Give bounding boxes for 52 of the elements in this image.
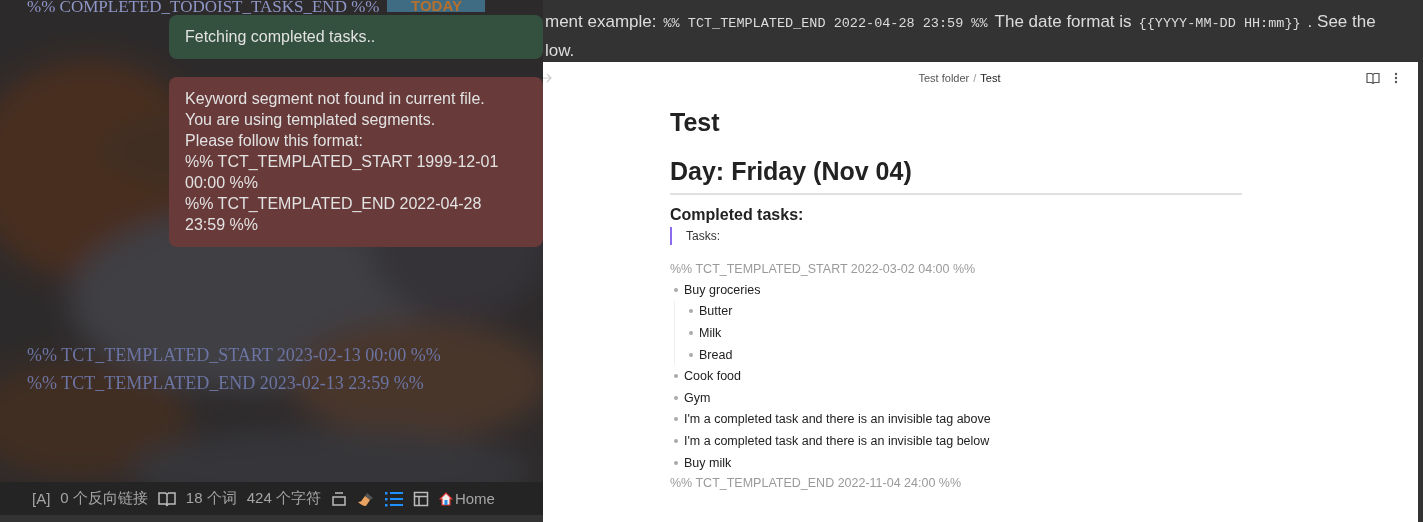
brush-icon[interactable]	[356, 490, 375, 507]
house-icon[interactable]	[438, 491, 453, 506]
inline-code: %% TCT_TEMPLATED_END 2022-04-28 23:59 %%	[663, 15, 988, 33]
paragraph-text: low.	[545, 40, 575, 62]
bullet-icon	[674, 374, 678, 379]
blockquote: Tasks:	[670, 227, 1242, 245]
list-item: Cook food	[684, 369, 741, 384]
paragraph-text: . See the	[1307, 11, 1376, 33]
paragraph-text: The date format is	[994, 11, 1132, 33]
backlinks-count[interactable]: 0 个反向链接	[60, 489, 148, 508]
home-link[interactable]: Home	[438, 490, 495, 507]
list-item: Buy milk	[684, 455, 732, 470]
notice-message: Keyword segment not found in current file. You are using templated segments. Please follow this format: %% TCT_TEMPLATED_START 1999-12-01 00:00 %% %% TCT_TEMPLATED_END 2022-04-28 23:59 %%	[169, 77, 543, 247]
code-line: %% COMPLETED_TODOIST_TASKS_END %%	[27, 0, 380, 14]
layers-icon[interactable]	[330, 490, 347, 507]
list-item: I'm a completed task and there is an invisible tag above	[684, 412, 991, 427]
bullet-icon	[674, 417, 678, 422]
list-icon[interactable]	[384, 490, 403, 507]
comment-line: %% TCT_TEMPLATED_START 2022-03-02 04:00 %%	[670, 261, 977, 278]
bullet-icon	[674, 438, 678, 443]
book-icon[interactable]	[1366, 72, 1380, 84]
paragraph-text: ment example:	[545, 11, 657, 33]
bullet-icon	[674, 395, 678, 400]
book-icon[interactable]	[157, 490, 176, 507]
character-count: 424 个字符	[246, 489, 321, 508]
list-item: I'm a completed task and there is an invisible tag below	[684, 433, 990, 448]
breadcrumb-separator: /	[973, 72, 977, 84]
inline-code: {{YYYY-MM-DD HH:mm}}	[1138, 15, 1301, 33]
bullet-icon	[674, 460, 678, 465]
bullet-icon	[674, 287, 678, 292]
code-line: %% TCT_TEMPLATED_START 2023-02-13 00:00 %%	[27, 344, 442, 367]
list-item: Milk	[699, 326, 722, 340]
heading: Day: Friday (Nov 04)	[670, 155, 1242, 195]
note-title: Test	[670, 107, 721, 138]
breadcrumb-item[interactable]: Test	[980, 72, 1001, 84]
code-line: %% TCT_TEMPLATED_END 2023-02-13 23:59 %%	[27, 372, 425, 395]
notice-message: Fetching completed tasks..	[169, 15, 543, 59]
layout-icon[interactable]	[412, 490, 429, 507]
bullet-icon	[689, 331, 693, 335]
heading: Completed tasks:	[670, 205, 805, 225]
word-count: 18 个词	[185, 489, 237, 508]
forward-arrow-icon[interactable]	[541, 73, 553, 83]
bullet-icon	[689, 309, 693, 314]
list-item: Buy groceries	[684, 282, 761, 297]
more-options-icon[interactable]	[1394, 72, 1398, 84]
comment-line: %% TCT_TEMPLATED_END 2022-11-04 24:00 %%	[670, 475, 963, 493]
list-item: Bread	[699, 347, 733, 362]
status-text: [A]	[32, 490, 51, 507]
list-item: Butter	[699, 304, 733, 319]
breadcrumb-item[interactable]: Test folder	[918, 72, 970, 84]
list-item: Gym	[684, 390, 711, 405]
bullet-icon	[689, 352, 693, 357]
